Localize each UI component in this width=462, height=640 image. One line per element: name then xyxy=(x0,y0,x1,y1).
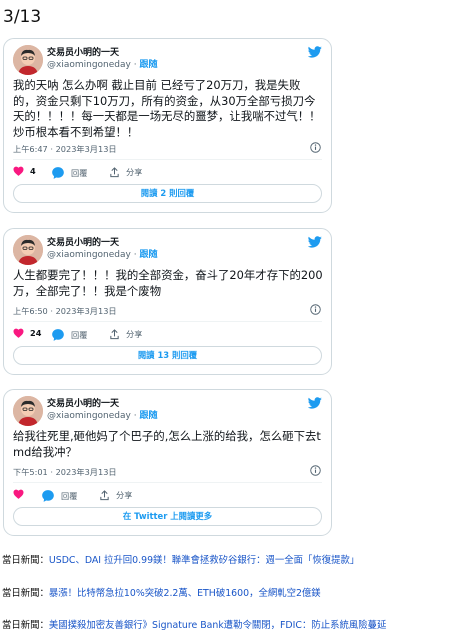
tweet-actions: 24 回覆 分享 xyxy=(13,328,313,342)
author-name[interactable]: 交易员小明的一天 xyxy=(47,398,157,410)
tweet-card[interactable]: 交易员小明的一天 @xiaomingoneday · 跟随 人生都要完了！！！我… xyxy=(3,228,332,375)
share-action[interactable]: 分享 xyxy=(109,166,142,178)
twitter-bird-icon[interactable] xyxy=(308,46,322,58)
tweet-text: 人生都要完了！！！我的全部资金，奋斗了20年才存下的200万，全部完了！！我是个… xyxy=(13,268,323,298)
author-handle[interactable]: @xiaomingoneday xyxy=(47,411,131,421)
like-count: 4 xyxy=(30,166,36,176)
tweet-text: 给我往死里,砸他妈了个巴子的,怎么上涨的给我，怎么砸下去tmd给我冲？ xyxy=(13,429,321,459)
separator: · xyxy=(133,411,137,421)
tweet-actions: 4 回覆 分享 xyxy=(13,166,313,180)
author-handle[interactable]: @xiaomingoneday xyxy=(47,60,131,70)
news-item: 當日新聞：美國撲殺加密友善銀行》Signature Bank遭勒令關閉，FDIC… xyxy=(2,617,386,631)
heart-icon xyxy=(13,166,24,176)
twitter-bird-icon[interactable] xyxy=(308,397,322,409)
reply-bubble-icon xyxy=(42,490,54,502)
reply-action[interactable]: 回覆 xyxy=(41,489,77,503)
like-count: 24 xyxy=(30,328,42,338)
tweet-timestamp[interactable]: 上午6:50 · 2023年3月13日 xyxy=(13,305,117,317)
tweet-timestamp[interactable]: 上午6:47 · 2023年3月13日 xyxy=(13,143,117,155)
reply-bubble-icon xyxy=(52,329,64,341)
avatar[interactable] xyxy=(13,396,43,426)
news-item: 當日新聞：USDC、DAI 拉升回0.99鎂！聯準會拯救矽谷銀行：週一全面「恢復… xyxy=(2,552,359,566)
info-icon[interactable] xyxy=(310,465,321,476)
follow-link[interactable]: 跟随 xyxy=(139,411,157,421)
page-counter: 3/13 xyxy=(3,7,42,27)
heart-icon xyxy=(13,328,24,338)
reply-action[interactable]: 回覆 xyxy=(51,166,87,180)
tweet-card[interactable]: 交易员小明的一天 @xiaomingoneday · 跟随 给我往死里,砸他妈了… xyxy=(3,389,332,536)
reply-label: 回覆 xyxy=(61,491,78,501)
share-action[interactable]: 分享 xyxy=(99,489,132,501)
avatar[interactable] xyxy=(13,45,43,75)
reply-action[interactable]: 回覆 xyxy=(51,328,87,342)
read-replies-button[interactable]: 閱讀 13 則回覆 xyxy=(13,346,322,365)
tweet-header: 交易员小明的一天 @xiaomingoneday · 跟随 xyxy=(13,45,322,79)
info-icon[interactable] xyxy=(310,304,321,315)
divider xyxy=(13,159,322,160)
author-name[interactable]: 交易员小明的一天 xyxy=(47,237,157,249)
read-more-on-twitter-button[interactable]: 在 Twitter 上閱讀更多 xyxy=(13,507,322,526)
follow-link[interactable]: 跟随 xyxy=(139,250,157,260)
separator: · xyxy=(133,60,137,70)
news-prefix: 當日新聞： xyxy=(2,555,49,566)
tweet-card[interactable]: 交易员小明的一天 @xiaomingoneday · 跟随 我的天呐 怎么办啊 … xyxy=(3,38,332,213)
share-label: 分享 xyxy=(116,490,133,500)
news-prefix: 當日新聞： xyxy=(2,620,49,631)
share-action[interactable]: 分享 xyxy=(109,328,142,340)
tweet-header: 交易员小明的一天 @xiaomingoneday · 跟随 xyxy=(13,396,322,430)
tweet-text: 我的天呐 怎么办啊 截止目前 已经亏了20万刀，我是失败的，资金只剩下10万刀，… xyxy=(13,78,321,139)
news-link[interactable]: 暴漲！比特幣急拉10%突破2.2萬、ETH破1600，全網軋空2億鎂 xyxy=(49,588,321,599)
divider xyxy=(13,482,322,483)
divider xyxy=(13,321,322,322)
reply-label: 回覆 xyxy=(71,330,88,340)
separator: · xyxy=(133,250,137,260)
info-icon[interactable] xyxy=(310,142,321,153)
news-link[interactable]: 美國撲殺加密友善銀行》Signature Bank遭勒令關閉，FDIC：防止系統… xyxy=(49,620,386,631)
like-button[interactable]: 4 xyxy=(13,166,36,176)
share-label: 分享 xyxy=(126,167,143,177)
author-handle[interactable]: @xiaomingoneday xyxy=(47,250,131,260)
share-icon xyxy=(100,489,109,500)
twitter-bird-icon[interactable] xyxy=(308,236,322,248)
avatar[interactable] xyxy=(13,235,43,265)
read-replies-button[interactable]: 閱讀 2 則回覆 xyxy=(13,184,322,203)
news-prefix: 當日新聞： xyxy=(2,588,49,599)
like-button[interactable]: 24 xyxy=(13,328,41,338)
tweet-actions: 回覆 分享 xyxy=(13,489,313,503)
reply-label: 回覆 xyxy=(71,168,88,178)
heart-icon xyxy=(13,489,24,499)
share-label: 分享 xyxy=(126,329,143,339)
like-button[interactable] xyxy=(13,489,30,499)
news-item: 當日新聞：暴漲！比特幣急拉10%突破2.2萬、ETH破1600，全網軋空2億鎂 xyxy=(2,585,321,599)
news-link[interactable]: USDC、DAI 拉升回0.99鎂！聯準會拯救矽谷銀行：週一全面「恢復提款」 xyxy=(49,555,359,566)
share-icon xyxy=(110,328,119,339)
author-name[interactable]: 交易员小明的一天 xyxy=(47,47,157,59)
follow-link[interactable]: 跟随 xyxy=(139,60,157,70)
tweet-header: 交易员小明的一天 @xiaomingoneday · 跟随 xyxy=(13,235,322,269)
tweet-timestamp[interactable]: 下午5:01 · 2023年3月13日 xyxy=(13,466,117,478)
share-icon xyxy=(110,166,119,177)
reply-bubble-icon xyxy=(52,167,64,179)
